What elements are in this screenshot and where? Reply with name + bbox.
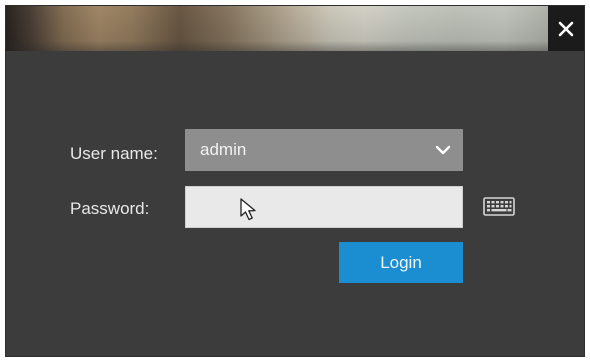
password-field[interactable] [185,186,463,228]
chevron-down-icon [423,129,463,171]
keyboard-icon [483,195,515,222]
password-label: Password: [70,199,150,218]
header-banner-image [6,6,584,51]
username-label: User name: [70,144,158,163]
close-icon [558,21,574,37]
username-select[interactable]: admin [185,129,463,171]
username-value: admin [200,140,247,159]
close-button[interactable] [548,6,584,51]
virtual-keyboard-button[interactable] [482,195,516,221]
login-button[interactable]: Login [339,242,463,283]
login-dialog: User name: admin Password: Login [6,6,584,356]
